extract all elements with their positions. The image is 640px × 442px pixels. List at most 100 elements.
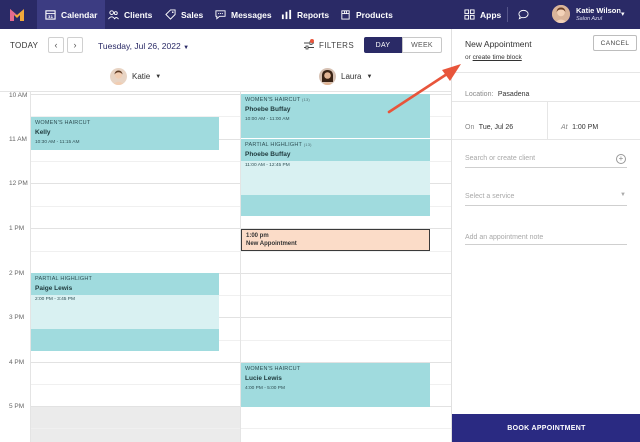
nav-reports[interactable]: Reports xyxy=(281,0,329,29)
staff-name: Katie xyxy=(132,72,151,81)
unavailable-time-block xyxy=(31,406,240,442)
appointment-service: PARTIAL HIGHLIGHT xyxy=(35,276,93,282)
staff-header-laura[interactable]: Laura ▼ xyxy=(319,68,372,85)
hour-label: 2 PM xyxy=(9,270,25,277)
service-select[interactable]: Select a service xyxy=(465,193,514,200)
tag-icon xyxy=(165,9,176,20)
appointment-service: PARTIAL HIGHLIGHT (13) xyxy=(245,142,426,148)
top-nav: 31 Calendar Clients Sales Messages Repor… xyxy=(0,0,640,29)
appointment-body: WOMEN'S HAIRCUT Lucie Lewis 4:00 PM - 5:… xyxy=(241,363,430,407)
grid-icon xyxy=(464,9,475,20)
appointment-body: WOMEN'S HAIRCUT Kelly 10:30 AM - 11:15 A… xyxy=(31,117,219,150)
chat-button[interactable] xyxy=(518,0,529,29)
filter-active-dot xyxy=(310,39,314,43)
user-avatar[interactable] xyxy=(552,5,570,23)
visit-count-badge: (13) xyxy=(302,97,310,102)
appointment-service: WOMEN'S HAIRCUT xyxy=(245,366,301,372)
nav-clients-label: Clients xyxy=(124,9,153,20)
nav-products-label: Products xyxy=(356,9,393,20)
new-appointment-time: 1:00 pm xyxy=(246,233,269,239)
apps-button[interactable]: Apps xyxy=(464,0,501,29)
panel-divider xyxy=(452,139,640,140)
appointment-client: Lucie Lewis xyxy=(245,375,282,382)
calendar-toolbar: TODAY ‹ › Tuesday, Jul 26, 2022 ▼ FILTER… xyxy=(0,29,451,65)
staff-header-katie[interactable]: Katie ▼ xyxy=(110,68,161,85)
date-picker[interactable]: Tuesday, Jul 26, 2022 ▼ xyxy=(98,41,189,51)
caret-down-icon: ▼ xyxy=(183,45,190,51)
appointment-card[interactable]: WOMEN'S HAIRCUT (13) Phoebe Buffay 10:00… xyxy=(241,94,430,138)
location-row[interactable]: Location: Pasadena xyxy=(465,83,529,101)
filters-button[interactable]: FILTERS xyxy=(304,39,355,50)
users-icon xyxy=(108,10,119,20)
filters-label: FILTERS xyxy=(319,41,355,50)
appointment-time: 10:00 AM - 11:00 AM xyxy=(245,117,290,122)
calendar-icon: 31 xyxy=(45,10,56,20)
user-name[interactable]: Katie Wilson xyxy=(576,6,621,15)
appointment-card[interactable]: WOMEN'S HAIRCUT Kelly 10:30 AM - 11:15 A… xyxy=(31,117,219,150)
create-time-block-link[interactable]: create time block xyxy=(473,54,522,61)
nav-products[interactable]: Products xyxy=(340,0,393,29)
location-value: Pasadena xyxy=(497,91,530,98)
nav-sales-label: Sales xyxy=(181,9,204,20)
hour-label: 12 PM xyxy=(9,180,28,187)
date-value: Tue, Jul 26 xyxy=(478,124,514,131)
book-appointment-button[interactable]: BOOK APPOINTMENT xyxy=(452,414,640,442)
add-client-icon[interactable]: + xyxy=(616,154,626,164)
time-field[interactable]: At 1:00 PM xyxy=(561,116,598,134)
nav-calendar-label: Calendar xyxy=(61,9,98,20)
service-name: PARTIAL HIGHLIGHT xyxy=(245,142,302,148)
hour-label: 10 AM xyxy=(9,92,28,99)
box-icon xyxy=(341,10,350,20)
appointment-card[interactable]: PARTIAL HIGHLIGHT Paige Lewis 2:00 PM - … xyxy=(31,273,219,351)
next-day-button[interactable]: › xyxy=(67,37,83,53)
panel-divider xyxy=(452,72,640,73)
appointment-card[interactable]: WOMEN'S HAIRCUT Lucie Lewis 4:00 PM - 5:… xyxy=(241,363,430,407)
app-logo-icon[interactable] xyxy=(9,7,25,22)
chat-icon xyxy=(215,10,226,20)
nav-messages[interactable]: Messages xyxy=(215,0,272,29)
appointment-body: PARTIAL HIGHLIGHT (13) Phoebe Buffay xyxy=(241,139,430,161)
date-label: Tuesday, Jul 26, 2022 xyxy=(98,41,181,51)
nav-divider xyxy=(507,7,508,22)
field-divider xyxy=(547,101,548,139)
client-search-input[interactable]: Search or create client xyxy=(465,155,535,162)
filter-sliders-icon xyxy=(304,39,314,50)
appointment-note-input[interactable]: Add an appointment note xyxy=(465,234,543,241)
day-calendar-grid[interactable]: 10 AM 11 AM 12 PM 1 PM 2 PM 3 PM 4 PM 5 … xyxy=(0,92,451,442)
chevron-down-icon[interactable]: ▼ xyxy=(620,192,626,198)
hour-label: 4 PM xyxy=(9,359,25,366)
apps-label: Apps xyxy=(480,9,502,20)
input-underline xyxy=(465,244,627,245)
staff-name: Laura xyxy=(341,72,362,81)
today-button[interactable]: TODAY xyxy=(10,41,38,50)
nav-calendar[interactable]: 31 Calendar xyxy=(37,0,106,29)
hour-label: 11 AM xyxy=(9,136,27,143)
cancel-button[interactable]: CANCEL xyxy=(593,35,637,51)
panel-subtitle: or create time block xyxy=(465,54,522,61)
chevron-down-icon[interactable]: ▾ xyxy=(621,10,625,18)
hour-label: 3 PM xyxy=(9,314,25,321)
time-value: 1:00 PM xyxy=(572,124,599,131)
service-name: WOMEN'S HAIRCUT xyxy=(245,97,301,103)
hour-label: 1 PM xyxy=(9,225,25,232)
nav-sales[interactable]: Sales xyxy=(165,0,203,29)
appointment-time: 11:00 AM - 12:45 PM xyxy=(245,163,290,168)
view-week-button[interactable]: WEEK xyxy=(402,37,442,53)
new-appointment-block[interactable]: 1:00 pm New Appointment xyxy=(241,229,430,251)
appointment-client: Phoebe Buffay xyxy=(245,151,291,158)
prev-day-button[interactable]: ‹ xyxy=(48,37,64,53)
date-field[interactable]: On Tue, Jul 26 xyxy=(465,116,513,134)
on-label: On xyxy=(465,124,475,131)
or-text: or xyxy=(465,54,471,61)
nav-clients[interactable]: Clients xyxy=(108,0,152,29)
appointment-card[interactable]: PARTIAL HIGHLIGHT (13) Phoebe Buffay 11:… xyxy=(241,139,430,216)
bar-chart-icon xyxy=(281,9,292,20)
appointment-time: 2:00 PM - 3:45 PM xyxy=(35,297,75,302)
input-underline xyxy=(465,167,627,168)
panel-title: New Appointment xyxy=(465,39,532,49)
staff-avatar xyxy=(110,68,127,85)
appointment-time: 10:30 AM - 11:15 AM xyxy=(35,140,80,145)
view-day-button[interactable]: DAY xyxy=(364,37,402,53)
appointment-body: WOMEN'S HAIRCUT (13) Phoebe Buffay 10:00… xyxy=(241,94,430,138)
hour-label: 5 PM xyxy=(9,403,25,410)
